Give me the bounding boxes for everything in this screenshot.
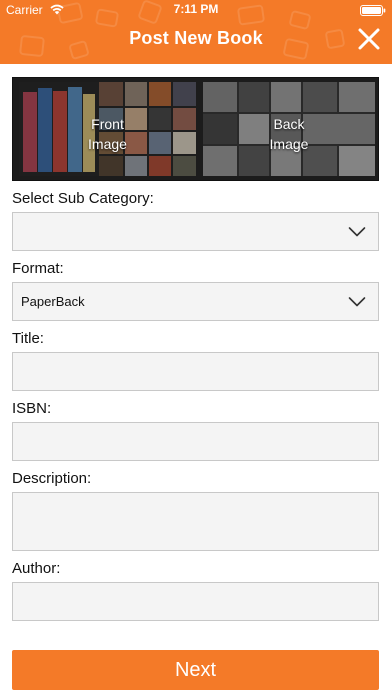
title-input[interactable] bbox=[12, 352, 379, 391]
isbn-label: ISBN: bbox=[12, 400, 52, 417]
author-input[interactable] bbox=[12, 582, 379, 621]
back-image-button[interactable]: Back Image bbox=[203, 82, 375, 176]
sub-category-select[interactable] bbox=[12, 212, 379, 251]
back-image-label-line2: Image bbox=[269, 136, 309, 152]
next-button[interactable]: Next bbox=[12, 650, 379, 690]
front-image-label-line1: Front bbox=[91, 116, 124, 132]
back-image-label: Back Image bbox=[203, 114, 375, 154]
sub-category-label: Select Sub Category: bbox=[12, 190, 154, 207]
title-label: Title: bbox=[12, 330, 44, 347]
chevron-down-icon bbox=[348, 297, 366, 307]
author-label: Author: bbox=[12, 560, 61, 577]
description-label: Description: bbox=[12, 470, 92, 487]
front-image-label-line2: Image bbox=[88, 136, 127, 152]
description-textarea[interactable] bbox=[12, 492, 379, 551]
page-title: Post New Book bbox=[129, 28, 263, 48]
close-icon[interactable] bbox=[356, 26, 382, 52]
status-time: 7:11 PM bbox=[173, 2, 219, 16]
image-picker: Front Image Back Image bbox=[12, 77, 379, 181]
battery-icon bbox=[360, 5, 386, 16]
post-new-book-screen: Carrier 7:11 PM Post New Book Front Imag… bbox=[0, 0, 392, 696]
nav-header: Carrier 7:11 PM Post New Book bbox=[0, 0, 392, 64]
back-image-label-line1: Back bbox=[273, 116, 305, 132]
format-value: PaperBack bbox=[21, 294, 85, 309]
front-image-button[interactable]: Front Image bbox=[19, 82, 196, 176]
isbn-input[interactable] bbox=[12, 422, 379, 461]
status-bar: Carrier 7:11 PM bbox=[0, 0, 392, 20]
front-image-label: Front Image bbox=[19, 114, 196, 154]
chevron-down-icon bbox=[348, 227, 366, 237]
format-select[interactable]: PaperBack bbox=[12, 282, 379, 321]
format-label: Format: bbox=[12, 260, 64, 277]
